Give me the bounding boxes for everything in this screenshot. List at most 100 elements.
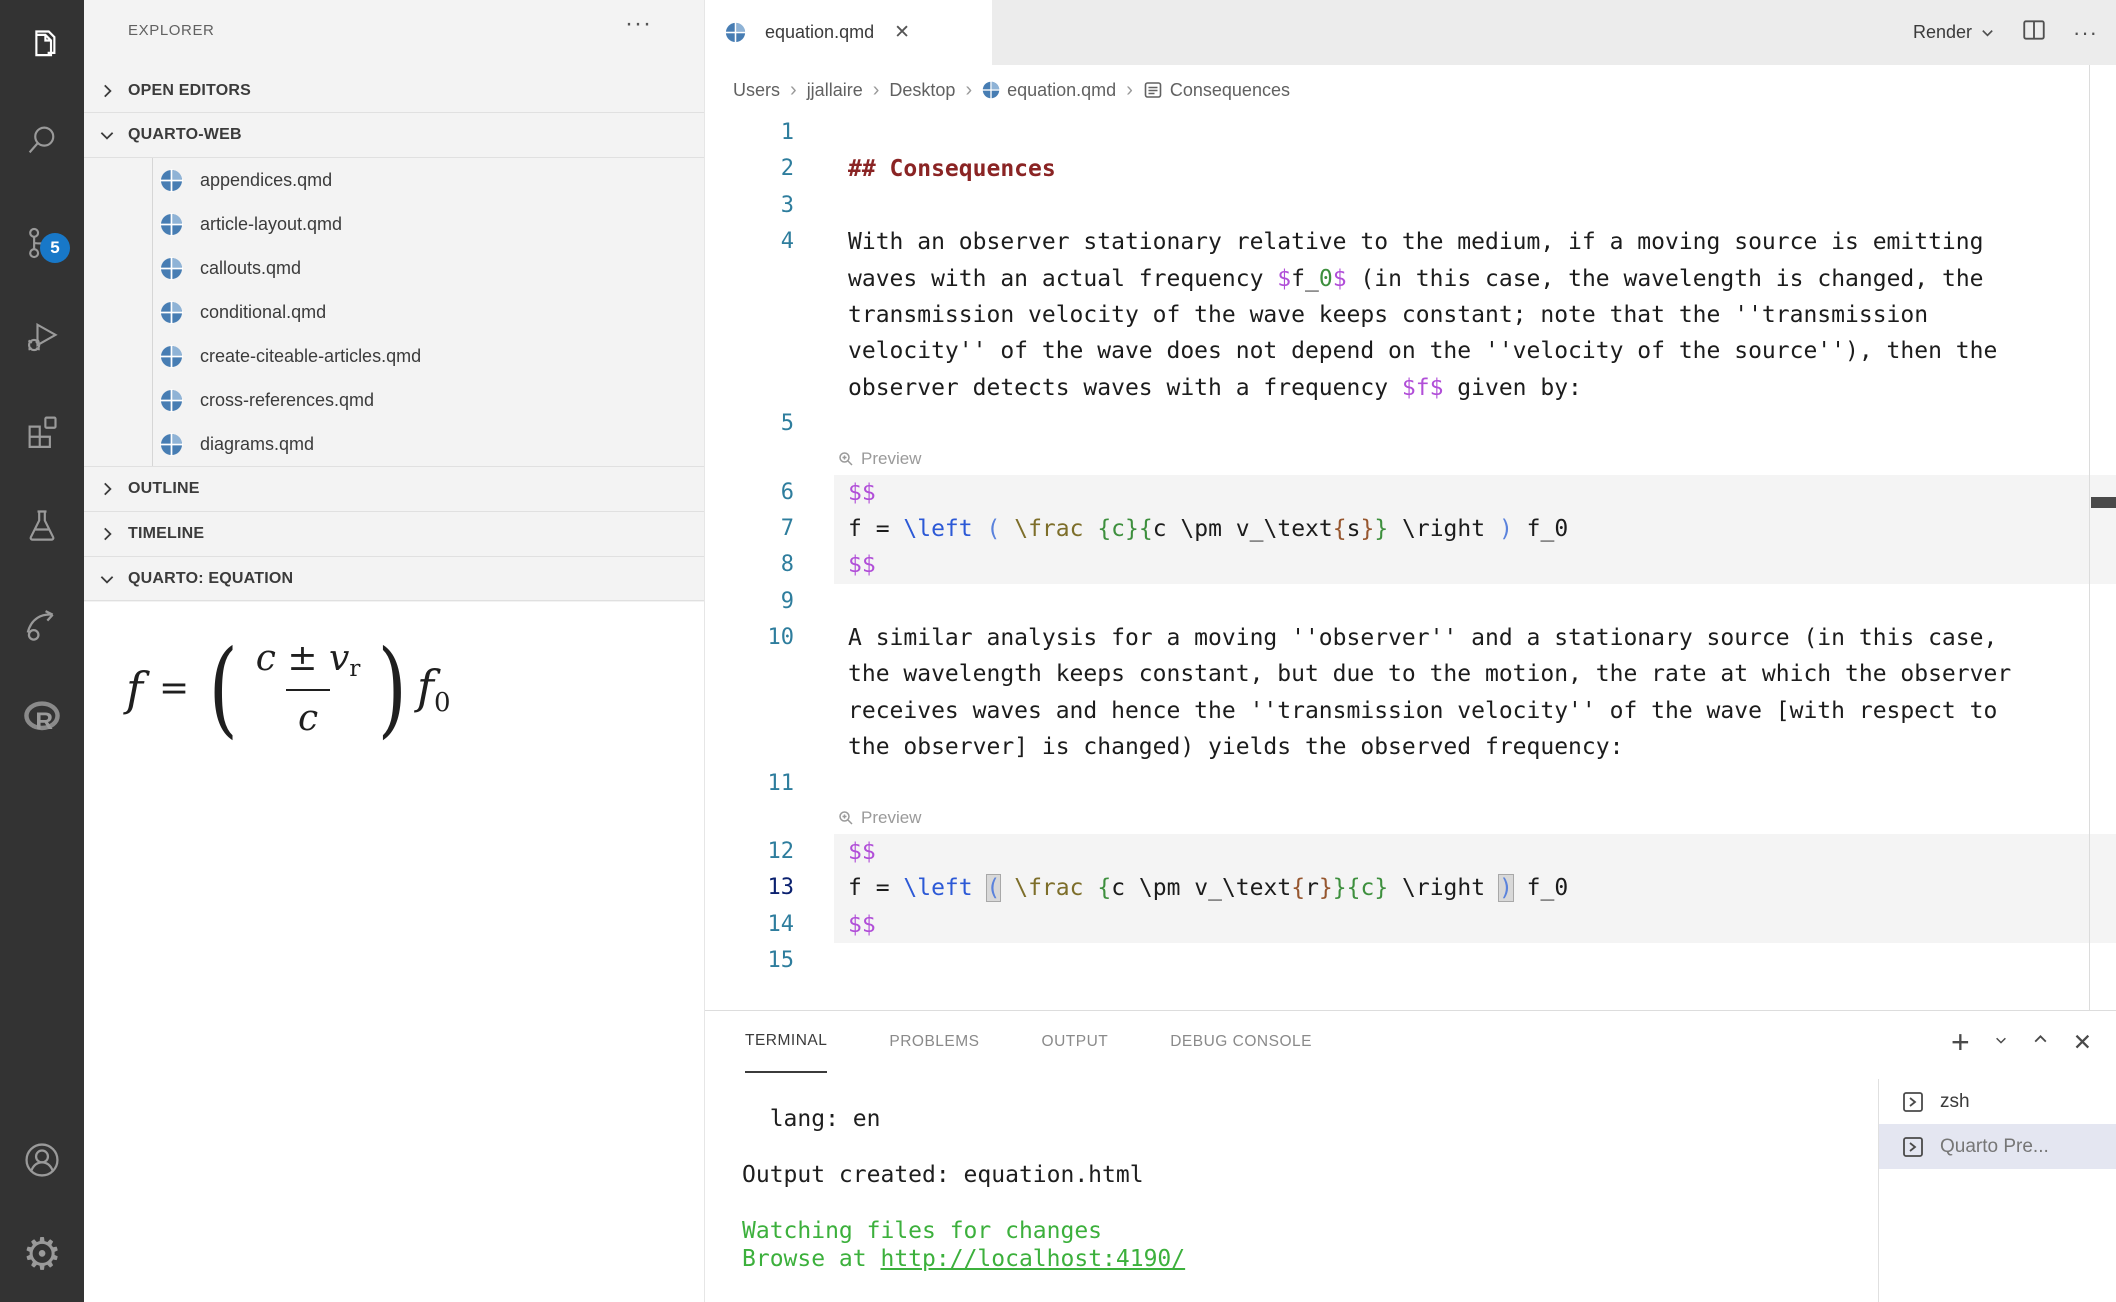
breadcrumb-item[interactable]: Users [733,80,780,101]
line-number[interactable]: 6 [705,475,834,511]
settings-gear-icon[interactable]: ⚙ [0,1213,84,1297]
editor-line[interactable]: 5 [705,406,2116,442]
terminal-output[interactable]: lang: en Output created: equation.html W… [742,1105,1185,1273]
file-item[interactable]: create-citeable-articles.qmd [84,334,704,378]
r-language-icon[interactable]: R [0,676,84,760]
new-terminal-icon[interactable]: + [1951,1026,1970,1058]
panel-maximize-icon[interactable] [2032,1031,2049,1053]
terminal-dropdown-icon[interactable] [1994,1033,2008,1052]
account-icon[interactable] [0,1118,84,1202]
file-item[interactable]: article-layout.qmd [84,202,704,246]
search-icon[interactable] [0,98,84,182]
testing-beaker-icon[interactable] [0,483,84,567]
terminal-session-zsh[interactable]: zsh [1879,1079,2116,1124]
editor-line[interactable]: 11 [705,766,2116,802]
file-item[interactable]: diagrams.qmd [84,422,704,466]
editor-line[interactable]: transmission velocity of the wave keeps … [705,297,2116,333]
line-number[interactable]: 1 [705,115,834,151]
section-outline[interactable]: OUTLINE [84,466,704,511]
editor-line[interactable]: 4With an observer stationary relative to… [705,224,2116,260]
tab-close-icon[interactable]: ✕ [894,21,910,44]
breadcrumb-item[interactable]: equation.qmd [1007,80,1116,101]
editor-line[interactable]: waves with an actual frequency $f_0$ (in… [705,261,2116,297]
terminal-session-quarto-pre-[interactable]: Quarto Pre... [1879,1124,2116,1169]
editor-line[interactable]: 9 [705,584,2116,620]
extensions-icon[interactable] [0,388,84,472]
source-control-icon[interactable]: 5 [0,201,84,285]
line-number[interactable]: 7 [705,511,834,547]
quarto-file-icon [160,213,183,236]
line-content: f = \left ( \frac {c \pm v_\text{r}}{c} … [834,870,2116,906]
sidebar-more-icon[interactable]: ··· [625,10,652,38]
breadcrumb-item[interactable]: jjallaire [807,80,863,101]
preview-codelens[interactable]: Preview [838,802,2116,834]
line-number[interactable]: 10 [705,620,834,656]
editor-line[interactable]: 2## Consequences [705,151,2116,187]
line-number[interactable]: 5 [705,406,834,442]
line-number[interactable]: 13 [705,870,834,906]
render-button[interactable]: Render [1913,22,1995,43]
line-number[interactable]: 2 [705,151,834,187]
line-number[interactable]: 3 [705,188,834,224]
terminal-link[interactable]: http://localhost:4190/ [880,1246,1185,1272]
tab-equation-qmd[interactable]: equation.qmd ✕ [705,0,992,65]
editor-line[interactable]: 13f = \left ( \frac {c \pm v_\text{r}}{c… [705,870,2116,906]
quarto-preview-icon[interactable] [0,581,84,665]
split-editor-icon[interactable] [2021,17,2047,48]
editor-line[interactable]: velocity'' of the wave does not depend o… [705,333,2116,369]
editor-line[interactable]: 1 [705,115,2116,151]
magnifier-icon [838,810,854,826]
line-number[interactable]: 11 [705,766,834,802]
line-number[interactable] [705,297,834,333]
sidebar-title: EXPLORER [128,22,215,39]
editor-more-icon[interactable]: ··· [2073,20,2098,46]
preview-codelens[interactable]: Preview [838,443,2116,475]
section-open-editors[interactable]: OPEN EDITORS [84,70,704,113]
editor-line[interactable]: receives waves and hence the ''transmiss… [705,693,2116,729]
magnifier-icon [838,451,854,467]
editor-line[interactable]: the observer] is changed) yields the obs… [705,729,2116,765]
line-number[interactable] [705,693,834,729]
explorer-icon[interactable] [0,3,84,87]
file-item[interactable]: appendices.qmd [84,158,704,202]
line-number[interactable] [705,333,834,369]
terminal-line: Watching files for changes [742,1217,1185,1245]
file-item[interactable]: cross-references.qmd [84,378,704,422]
run-debug-icon[interactable] [0,294,84,378]
panel-close-icon[interactable]: ✕ [2073,1029,2092,1056]
panel-tab-output[interactable]: OUTPUT [1042,1011,1109,1073]
line-number[interactable]: 4 [705,224,834,260]
panel-tab-debug-console[interactable]: DEBUG CONSOLE [1170,1011,1312,1073]
line-number[interactable]: 15 [705,943,834,979]
file-item[interactable]: callouts.qmd [84,246,704,290]
line-number[interactable] [705,370,834,406]
line-number[interactable] [705,729,834,765]
file-item[interactable]: conditional.qmd [84,290,704,334]
line-number[interactable]: 14 [705,907,834,943]
line-number[interactable]: 9 [705,584,834,620]
line-number[interactable] [705,261,834,297]
section-timeline[interactable]: TIMELINE [84,511,704,556]
editor-line[interactable]: 15 [705,943,2116,979]
editor-pane[interactable]: 12## Consequences34With an observer stat… [705,115,2116,1010]
line-number[interactable]: 12 [705,834,834,870]
breadcrumb-separator: › [965,79,972,102]
breadcrumb-item[interactable]: Desktop [889,80,955,101]
scrollbar-decoration[interactable] [2091,497,2116,508]
editor-line[interactable]: 10A similar analysis for a moving ''obse… [705,620,2116,656]
panel-tab-terminal[interactable]: TERMINAL [745,1011,827,1073]
line-number[interactable] [705,656,834,692]
editor-line[interactable]: observer detects waves with a frequency … [705,370,2116,406]
panel-tab-problems[interactable]: PROBLEMS [889,1011,979,1073]
section-quarto-web[interactable]: QUARTO-WEB [84,113,704,158]
editor-line[interactable]: 14$$ [705,907,2116,943]
editor-line[interactable]: 12$$ [705,834,2116,870]
editor-line[interactable]: 6$$ [705,475,2116,511]
section-quarto-equation[interactable]: QUARTO: EQUATION [84,556,704,601]
line-number[interactable]: 8 [705,547,834,583]
editor-line[interactable]: 8$$ [705,547,2116,583]
editor-line[interactable]: the wavelength keeps constant, but due t… [705,656,2116,692]
editor-line[interactable]: 3 [705,188,2116,224]
breadcrumb-item[interactable]: Consequences [1170,80,1290,101]
editor-line[interactable]: 7f = \left ( \frac {c}{c \pm v_\text{s}}… [705,511,2116,547]
